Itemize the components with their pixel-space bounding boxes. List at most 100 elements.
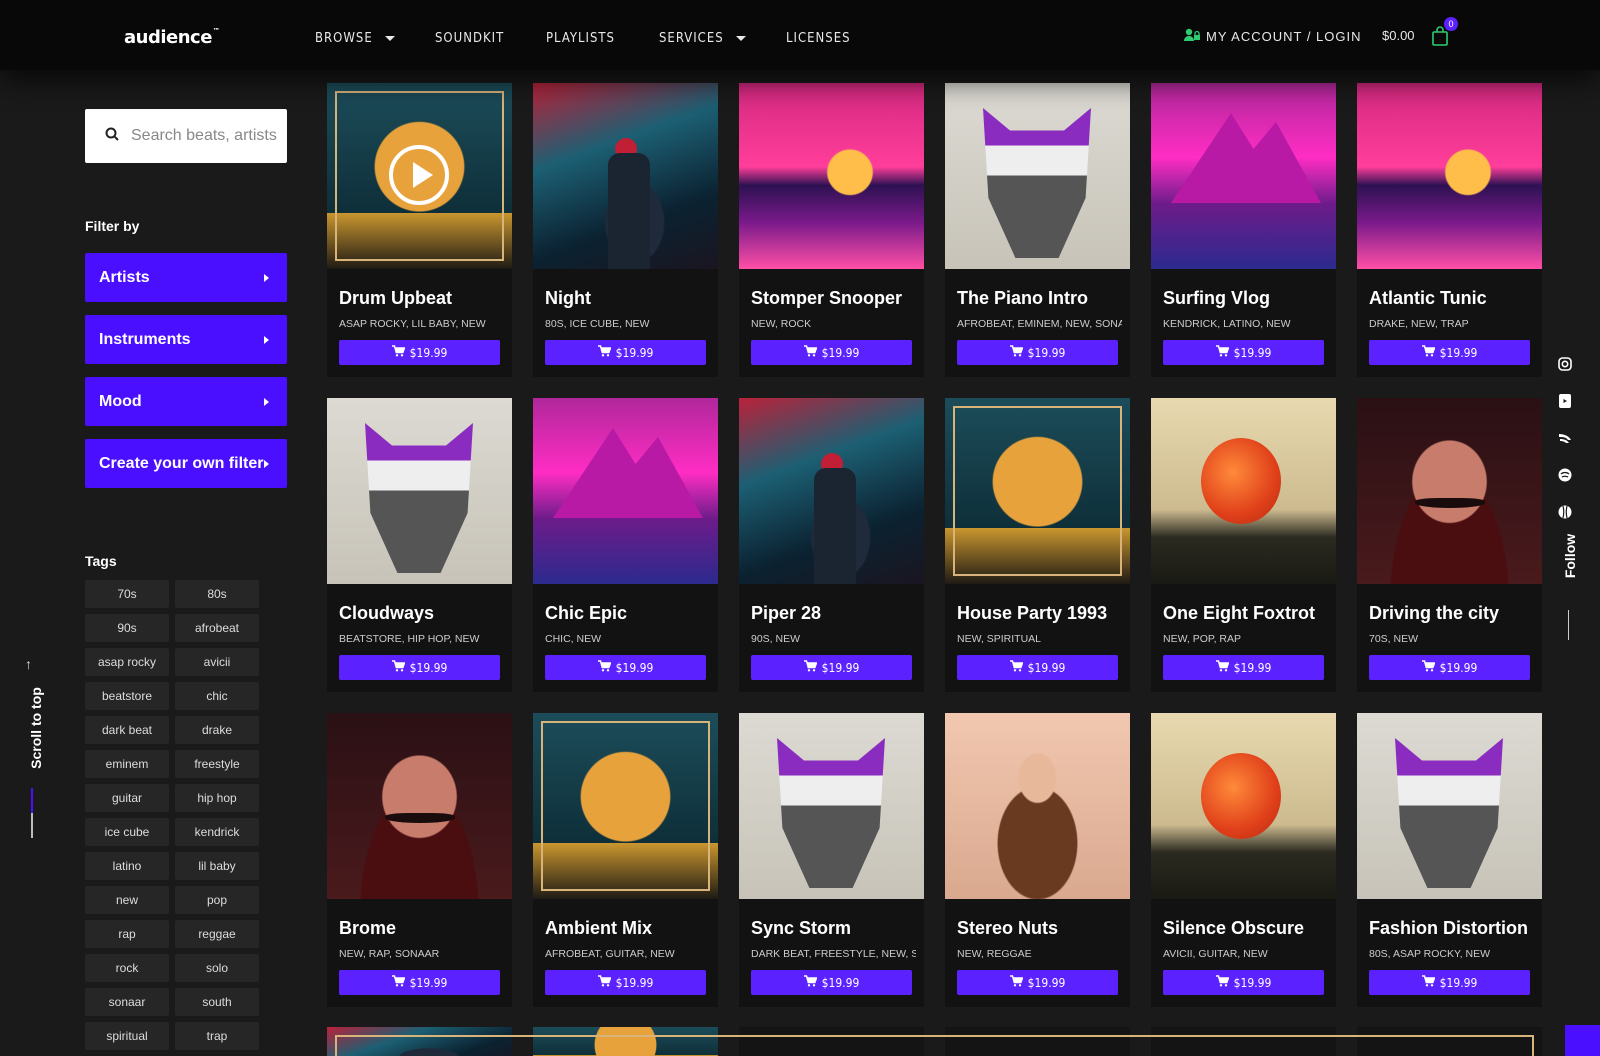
- pinterest-icon[interactable]: [1558, 468, 1572, 482]
- tag-south[interactable]: south: [175, 988, 259, 1016]
- product-cover-art[interactable]: [533, 83, 718, 269]
- site-logo[interactable]: audience™: [124, 27, 220, 48]
- tag-solo[interactable]: solo: [175, 954, 259, 982]
- add-to-cart-button[interactable]: $19.99: [339, 970, 500, 995]
- product-title[interactable]: The Piano Intro: [957, 288, 1088, 309]
- tag-kendrick[interactable]: kendrick: [175, 818, 259, 846]
- product-cover-art[interactable]: [1151, 713, 1336, 899]
- tag-avicii[interactable]: avicii: [175, 648, 259, 676]
- audio-widget-button[interactable]: [1565, 1025, 1600, 1056]
- tag-spiritual[interactable]: spiritual: [85, 1022, 169, 1050]
- tag-80s[interactable]: 80s: [175, 580, 259, 608]
- product-title[interactable]: Drum Upbeat: [339, 288, 452, 309]
- product-card[interactable]: Drum Upbeat ASAP ROCKY, LIL BABY, NEW $19.…: [327, 83, 512, 377]
- add-to-cart-button[interactable]: $19.99: [545, 340, 706, 365]
- account-login-link[interactable]: MY ACCOUNT / LOGIN: [1184, 28, 1362, 45]
- product-card[interactable]: House Party 1993 NEW, SPIRITUAL $19.99: [945, 398, 1130, 692]
- add-to-cart-button[interactable]: $19.99: [957, 655, 1118, 680]
- scroll-to-top-button[interactable]: ↑ Scroll to top: [20, 656, 44, 840]
- product-title[interactable]: Surfing Vlog: [1163, 288, 1270, 309]
- product-title[interactable]: House Party 1993: [957, 603, 1107, 624]
- product-title[interactable]: Stomper Snooper: [751, 288, 902, 309]
- add-to-cart-button[interactable]: $19.99: [957, 970, 1118, 995]
- dribbble-icon[interactable]: [1558, 505, 1572, 519]
- add-to-cart-button[interactable]: $19.99: [339, 340, 500, 365]
- add-to-cart-button[interactable]: $19.99: [1369, 970, 1530, 995]
- product-title[interactable]: Cloudways: [339, 603, 434, 624]
- filter-instruments-button[interactable]: Instruments: [85, 315, 287, 364]
- tag-reggae[interactable]: reggae: [175, 920, 259, 948]
- product-card[interactable]: Fashion Distortion 80S, ASAP ROCKY, NEW $1…: [1357, 713, 1542, 1007]
- filter-mood-button[interactable]: Mood: [85, 377, 287, 426]
- add-to-cart-button[interactable]: $19.99: [1163, 655, 1324, 680]
- product-title[interactable]: Atlantic Tunic: [1369, 288, 1487, 309]
- tag-sonaar[interactable]: sonaar: [85, 988, 169, 1016]
- product-card[interactable]: The Piano Intro AFROBEAT, EMINEM, NEW, SO…: [945, 83, 1130, 377]
- product-cover-art[interactable]: [739, 83, 924, 269]
- search-input[interactable]: [131, 127, 281, 145]
- product-cover-art[interactable]: [327, 83, 512, 269]
- add-to-cart-button[interactable]: $19.99: [545, 655, 706, 680]
- product-cover-art[interactable]: [739, 398, 924, 584]
- product-cover-art[interactable]: [1151, 83, 1336, 269]
- tag-70s[interactable]: 70s: [85, 580, 169, 608]
- tag-rock[interactable]: rock: [85, 954, 169, 982]
- nav-services[interactable]: SERVICES: [659, 31, 746, 46]
- tag-hip-hop[interactable]: hip hop: [175, 784, 259, 812]
- product-cover-art[interactable]: [945, 83, 1130, 269]
- product-title[interactable]: Driving the city: [1369, 603, 1499, 624]
- tag-trap[interactable]: trap: [175, 1022, 259, 1050]
- product-cover-art[interactable]: [1357, 713, 1542, 899]
- add-to-cart-button[interactable]: $19.99: [751, 655, 912, 680]
- nav-soundkit[interactable]: SOUNDKIT: [435, 31, 504, 46]
- product-card[interactable]: Stomper Snooper NEW, ROCK $19.99: [739, 83, 924, 377]
- product-card[interactable]: Cloudways BEATSTORE, HIP HOP, NEW $19.99: [327, 398, 512, 692]
- add-to-cart-button[interactable]: $19.99: [339, 655, 500, 680]
- product-card[interactable]: Ambient Mix AFROBEAT, GUITAR, NEW $19.99: [533, 713, 718, 1007]
- tag-rap[interactable]: rap: [85, 920, 169, 948]
- tag-eminem[interactable]: eminem: [85, 750, 169, 778]
- tag-guitar[interactable]: guitar: [85, 784, 169, 812]
- product-cover-art[interactable]: [739, 713, 924, 899]
- add-to-cart-button[interactable]: $19.99: [1163, 970, 1324, 995]
- product-title[interactable]: Chic Epic: [545, 603, 627, 624]
- add-to-cart-button[interactable]: $19.99: [1369, 655, 1530, 680]
- product-cover-art[interactable]: [1357, 398, 1542, 584]
- product-title[interactable]: Night: [545, 288, 591, 309]
- product-card[interactable]: Sync Storm DARK BEAT, FREESTYLE, NEW, SOL…: [739, 713, 924, 1007]
- product-cover-art[interactable]: [533, 398, 718, 584]
- add-to-cart-button[interactable]: $19.99: [957, 340, 1118, 365]
- tiktok-icon[interactable]: [1558, 431, 1572, 445]
- add-to-cart-button[interactable]: $19.99: [751, 970, 912, 995]
- product-title[interactable]: Brome: [339, 918, 396, 939]
- product-cover-art[interactable]: [945, 398, 1130, 584]
- tag-new[interactable]: new: [85, 886, 169, 914]
- product-title[interactable]: Sync Storm: [751, 918, 851, 939]
- tag-drake[interactable]: drake: [175, 716, 259, 744]
- play-icon[interactable]: [389, 145, 449, 205]
- filter-artists-button[interactable]: Artists: [85, 253, 287, 302]
- product-cover-art[interactable]: [945, 713, 1130, 899]
- product-card[interactable]: Stereo Nuts NEW, REGGAE $19.99: [945, 713, 1130, 1007]
- tag-asap-rocky[interactable]: asap rocky: [85, 648, 169, 676]
- product-card[interactable]: Brome NEW, RAP, SONAAR $19.99: [327, 713, 512, 1007]
- product-card[interactable]: Night 80S, ICE CUBE, NEW $19.99: [533, 83, 718, 377]
- tag-chic[interactable]: chic: [175, 682, 259, 710]
- tag-ice-cube[interactable]: ice cube: [85, 818, 169, 846]
- product-card[interactable]: Chic Epic CHIC, NEW $19.99: [533, 398, 718, 692]
- product-card[interactable]: One Eight Foxtrot NEW, POP, RAP $19.99: [1151, 398, 1336, 692]
- add-to-cart-button[interactable]: $19.99: [545, 970, 706, 995]
- product-title[interactable]: Piper 28: [751, 603, 821, 624]
- tag-latino[interactable]: latino: [85, 852, 169, 880]
- nav-browse[interactable]: BROWSE: [315, 31, 395, 46]
- tag-freestyle[interactable]: freestyle: [175, 750, 259, 778]
- product-title[interactable]: Ambient Mix: [545, 918, 652, 939]
- product-title[interactable]: Stereo Nuts: [957, 918, 1058, 939]
- tag-afrobeat[interactable]: afrobeat: [175, 614, 259, 642]
- product-cover-art[interactable]: [327, 713, 512, 899]
- tag-pop[interactable]: pop: [175, 886, 259, 914]
- product-card[interactable]: Piper 28 90S, NEW $19.99: [739, 398, 924, 692]
- tag-dark-beat[interactable]: dark beat: [85, 716, 169, 744]
- nav-licenses[interactable]: LICENSES: [786, 31, 851, 46]
- product-card[interactable]: Surfing Vlog KENDRICK, LATINO, NEW $19.99: [1151, 83, 1336, 377]
